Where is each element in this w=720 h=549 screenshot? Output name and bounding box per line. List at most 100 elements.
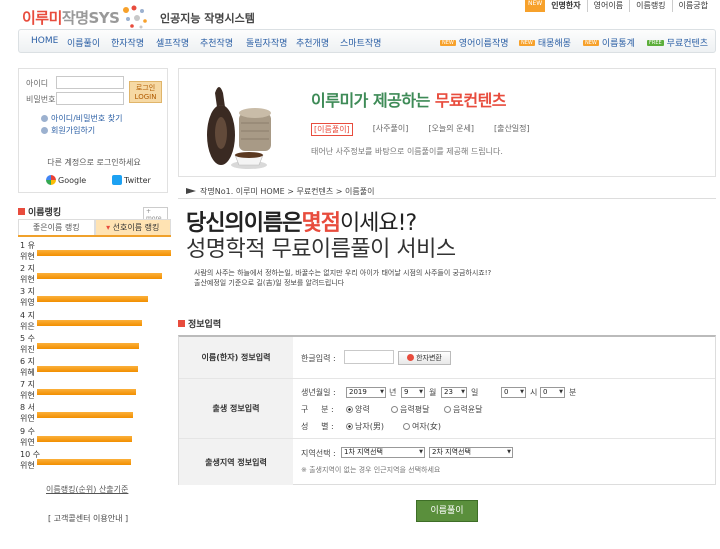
minute-select[interactable]: 0 [540, 387, 565, 398]
hanja-convert-label: 한자변환 [416, 354, 442, 362]
form-row-head: 출생지역 정보입력 [179, 439, 293, 485]
ranking-row[interactable]: 9 수 위연 [18, 426, 173, 449]
nav-hanja-naming[interactable]: 한자작명 [111, 36, 144, 49]
ranking-row-line1: 4 지 [20, 310, 35, 320]
id-label: 아이디 [26, 79, 49, 88]
login-button[interactable]: 로그인 LOGIN [129, 81, 162, 103]
nav-label: 이름통계 [601, 39, 635, 49]
new-badge: NEW [440, 40, 456, 46]
nav-free-content[interactable]: FREE 무료컨텐츠 [647, 36, 708, 49]
top-link-hanja[interactable]: 인명한자 [545, 0, 586, 12]
ranking-row-line1: 5 수 [20, 333, 35, 343]
top-link-ranking[interactable]: 이름랭킹 [629, 0, 671, 12]
twitter-icon [112, 175, 122, 185]
find-account-link[interactable]: 아이디/비밀번호 찾기 [41, 113, 122, 124]
nav-statistics[interactable]: NEW 이름통계 [583, 36, 635, 49]
ranking-row[interactable]: 3 지 위영 [18, 286, 173, 309]
nav-self-naming[interactable]: 셀프작명 [156, 36, 189, 49]
ranking-row[interactable]: 7 지 위현 [18, 379, 173, 402]
ranking-row-line1: 7 지 [20, 380, 35, 390]
social-login-note: 다른 계정으로 로그인하세요 [47, 158, 141, 167]
nav-dream[interactable]: NEW 태몽해몽 [519, 36, 571, 49]
google-label: Google [58, 176, 87, 185]
login-button-sublabel: LOGIN [134, 93, 157, 101]
ranking-row[interactable]: 10 수 위현 [18, 449, 173, 472]
top-link-match[interactable]: 이름궁합 [671, 0, 714, 12]
headline-subtitle: 성명학적 무료이름풀이 서비스 [186, 237, 456, 262]
login-button-label: 로그인 [135, 84, 156, 92]
ranking-row[interactable]: 1 유 위현 [18, 240, 173, 263]
form-row-birth: 출생 정보입력 생년월일 : 2019 년 9 월 23 일 0 시 0 분 구… [179, 379, 715, 439]
intro-text-2: 출산예정일 기준으로 길(吉)일 정보를 알려드립니다 [194, 279, 345, 287]
nav-label: 영어이름작명 [458, 39, 509, 49]
day-select[interactable]: 23 [441, 387, 467, 398]
logo-gray-text: 작명SYS [61, 9, 120, 27]
radio-label: 음력평달 [400, 405, 430, 414]
id-input[interactable] [56, 76, 124, 89]
pw-input[interactable] [56, 92, 124, 105]
hour-unit: 시 [530, 388, 538, 397]
radio-female[interactable]: 여자(女) [403, 421, 441, 432]
promo-tab-saju[interactable]: [사주풀이] [373, 123, 409, 136]
nav-name-analysis[interactable]: 이름풀이 [67, 36, 100, 49]
radio-solar[interactable]: 양력 [346, 404, 370, 415]
nav-english-naming[interactable]: NEW 영어이름작명 [440, 36, 509, 49]
new-badge: NEW [524, 0, 546, 12]
promo-title-red: 무료컨텐츠 [434, 91, 507, 110]
ranking-row-line1: 8 서 [20, 403, 35, 413]
tab-good-names[interactable]: 좋은이름 랭킹 [18, 219, 95, 235]
radio-icon [403, 423, 410, 430]
ranking-row[interactable]: 2 지 위현 [18, 263, 173, 286]
gender-label: 성 별 : [301, 422, 334, 431]
minute-unit: 분 [569, 388, 577, 397]
nav-dolim-naming[interactable]: 돌림자작명 [246, 36, 287, 49]
twitter-login-button[interactable]: Twitter [112, 175, 151, 185]
nav-recommend-naming[interactable]: 추천작명 [200, 36, 233, 49]
promo-tab-name-analysis[interactable]: [이름풀이] [311, 123, 353, 136]
ranking-row[interactable]: 5 수 위진 [18, 333, 173, 356]
radio-icon [391, 406, 398, 413]
ranking-row[interactable]: 8 서 위연 [18, 402, 173, 425]
ranking-row[interactable]: 6 지 위혜 [18, 356, 173, 379]
logo[interactable]: 이루미작명SYS [22, 7, 120, 28]
ranking-criteria-link[interactable]: 이름랭킹(순위) 산출기준 [46, 484, 128, 495]
promo-tabs: [이름풀이] [사주풀이] [오늘의 운세] [출산일정] [311, 123, 530, 136]
customer-center-link[interactable]: [ 고객콜센터 이용안내 ] [48, 513, 128, 524]
nav-smart-naming[interactable]: 스마트작명 [340, 36, 381, 49]
hanja-convert-button[interactable]: 한자변환 [398, 351, 451, 365]
radio-label: 음력윤달 [453, 405, 483, 414]
ranking-tabs: 좋은이름 랭킹 ▾ 선호이름 랭킹 [18, 219, 171, 237]
nav-home[interactable]: HOME [31, 36, 58, 46]
region-select-1[interactable]: 1차 지역선택 [341, 447, 425, 458]
nav-label: 무료컨텐츠 [666, 39, 709, 49]
ranking-bar [37, 389, 136, 396]
radio-male[interactable]: 남자(男) [346, 421, 384, 432]
bullet-icon [41, 127, 48, 134]
form-row-name: 이름(한자) 정보입력 한글입력 : 한자변환 [179, 337, 715, 379]
logo-subtitle: 인공지능 작명시스템 [160, 12, 255, 25]
ranking-row-line1: 3 지 [20, 287, 35, 297]
name-analysis-submit-button[interactable]: 이름풀이 [416, 500, 478, 522]
google-icon [46, 175, 56, 185]
hour-select[interactable]: 0 [501, 387, 526, 398]
google-login-button[interactable]: Google [46, 175, 86, 185]
year-select[interactable]: 2019 [346, 387, 386, 398]
ranking-row-line2: 위혜 [20, 368, 35, 377]
breadcrumb-text[interactable]: 작명No1. 이루미 HOME > 무료컨텐츠 > 이름풀이 [200, 187, 374, 196]
ranking-row[interactable]: 4 지 위은 [18, 310, 173, 333]
join-link[interactable]: 회원가입하기 [41, 125, 95, 136]
tab-preferred-names[interactable]: ▾ 선호이름 랭킹 [94, 219, 171, 235]
month-select[interactable]: 9 [401, 387, 425, 398]
hangul-input[interactable] [344, 350, 394, 364]
radio-lunar[interactable]: 음력평달 [391, 404, 429, 415]
promo-tab-fortune[interactable]: [오늘의 운세] [428, 123, 474, 136]
radio-lunar-leap[interactable]: 음력윤달 [444, 404, 482, 415]
region-select-2[interactable]: 2차 지역선택 [429, 447, 513, 458]
nav-recommend-rename[interactable]: 추천개명 [296, 36, 329, 49]
ranking-row-line1: 9 수 [20, 426, 35, 436]
promo-tab-birth-schedule[interactable]: [출산일정] [494, 123, 530, 136]
ranking-row-line2: 위현 [20, 252, 35, 261]
logo-dots-icon [123, 5, 147, 29]
radio-icon [346, 423, 353, 430]
top-link-english[interactable]: 영어이름 [586, 0, 629, 12]
